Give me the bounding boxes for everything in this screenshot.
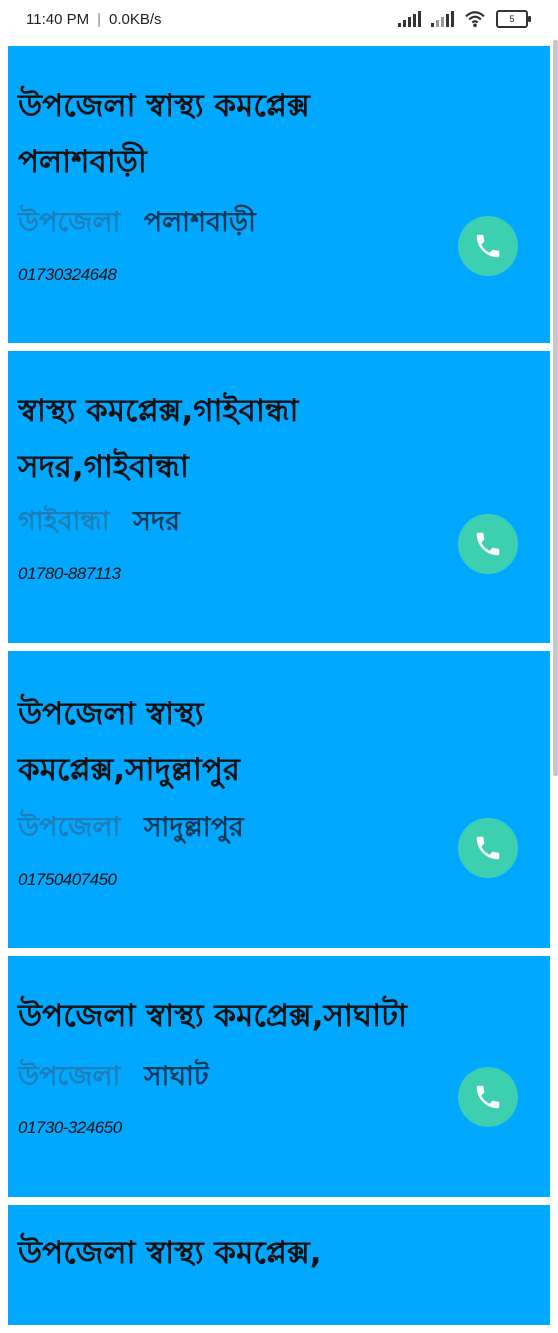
status-bar: 11:40 PM | 0.0KB/s 5 <box>0 0 558 40</box>
card-area: উপজেলা <box>18 207 121 238</box>
card-meta: উপজেলা পলাশবাড়ী <box>18 202 256 247</box>
card-title-line: কমপ্লেক্স,সাদুল্লাপুর <box>18 752 240 788</box>
hospital-card[interactable]: উপজেলা স্বাস্থ্য কমপ্রেক্স,সাঘাটা উপজেলা… <box>8 956 550 1197</box>
card-title: স্বাস্থ্য কমপ্লেক্স,গাইবান্ধা সদর,গাইবান… <box>18 383 460 495</box>
card-title-line: উপজেলা স্বাস্থ্য <box>18 696 204 732</box>
signal-icon <box>398 11 421 27</box>
status-separator: | <box>97 11 101 28</box>
card-title: উপজেলা স্বাস্থ্য কমপ্লেক্স, <box>18 1225 540 1281</box>
phone-icon <box>476 1085 500 1109</box>
card-phone-number: 01730324648 <box>18 265 117 284</box>
card-title-line: উপজেলা স্বাস্থ্য কমপ্লেক্স, <box>18 1235 322 1271</box>
phone-icon <box>476 532 500 556</box>
card-area: গাইবান্ধা <box>18 506 110 537</box>
wifi-icon <box>465 11 485 28</box>
card-area: উপজেলা <box>18 1061 121 1092</box>
card-meta: গাইবান্ধা সদর <box>18 501 180 546</box>
phone-icon <box>476 836 500 860</box>
card-meta: উপজেলা সাদুল্লাপুর <box>18 807 244 852</box>
network-speed: 0.0KB/s <box>109 11 162 28</box>
card-phone-number: 01730-324650 <box>18 1118 122 1137</box>
hospital-card[interactable]: উপজেলা স্বাস্থ্য কমপ্লেক্স, <box>8 1205 550 1325</box>
card-location: সাঘাট <box>143 1061 209 1092</box>
card-title: উপজেলা স্বাস্থ্য কমপ্রেক্স,সাঘাটা <box>18 988 460 1044</box>
call-button[interactable] <box>458 216 518 276</box>
card-location: সদর <box>133 506 180 537</box>
hospital-card[interactable]: উপজেলা স্বাস্থ্য কমপ্লেক্স পলাশবাড়ী উপজ… <box>8 46 550 343</box>
card-location: পলাশবাড়ী <box>143 207 256 238</box>
card-location: সাদুল্লাপুর <box>143 812 244 843</box>
phone-icon <box>476 234 500 258</box>
card-area: উপজেলা <box>18 812 121 843</box>
scrollbar[interactable] <box>553 40 558 776</box>
battery-level: 5 <box>509 14 515 24</box>
card-title-line: পলাশবাড়ী <box>18 144 147 180</box>
card-title-line: স্বাস্থ্য কমপ্লেক্স,গাইবান্ধা <box>18 393 299 429</box>
card-title: উপজেলা স্বাস্থ্য কমপ্লেক্স পলাশবাড়ী <box>18 78 460 190</box>
hospital-card[interactable]: উপজেলা স্বাস্থ্য কমপ্লেক্স,সাদুল্লাপুর উ… <box>8 651 550 948</box>
signal-icon <box>431 11 454 27</box>
card-phone-number: 01750407450 <box>18 870 117 889</box>
card-title: উপজেলা স্বাস্থ্য কমপ্লেক্স,সাদুল্লাপুর <box>18 686 460 798</box>
hospital-list: উপজেলা স্বাস্থ্য কমপ্লেক্স পলাশবাড়ী উপজ… <box>8 46 550 1333</box>
card-title-line: উপজেলা স্বাস্থ্য কমপ্লেক্স <box>18 88 310 124</box>
card-title-line: সদর,গাইবান্ধা <box>18 449 189 485</box>
card-meta: উপজেলা সাঘাট <box>18 1056 209 1101</box>
call-button[interactable] <box>458 1067 518 1127</box>
clock: 11:40 PM <box>26 11 90 28</box>
card-title-line: উপজেলা স্বাস্থ্য কমপ্রেক্স,সাঘাটা <box>18 998 407 1034</box>
battery-icon: 5 <box>496 10 531 28</box>
call-button[interactable] <box>458 818 518 878</box>
card-phone-number: 01780-887113 <box>18 564 121 583</box>
call-button[interactable] <box>458 514 518 574</box>
hospital-card[interactable]: স্বাস্থ্য কমপ্লেক্স,গাইবান্ধা সদর,গাইবান… <box>8 351 550 643</box>
